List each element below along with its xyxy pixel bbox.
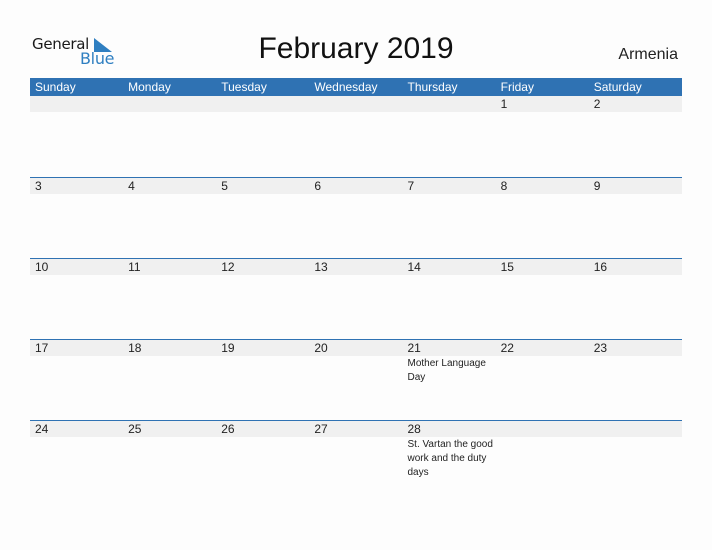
day-cell: 13: [309, 259, 403, 339]
weekday-saturday: Saturday: [593, 80, 642, 94]
week-row: 3456789: [30, 177, 682, 258]
weekday-wednesday: Wednesday: [314, 80, 378, 94]
week-row: 17 18 19 20 21 Mother Language Day 22 23: [30, 339, 682, 420]
day-number: 4: [123, 178, 217, 194]
day-cell: [30, 96, 124, 177]
day-number: 9: [588, 178, 682, 194]
day-number: [588, 421, 682, 437]
week-row: 10 11 12 13 14 15 16: [30, 258, 682, 339]
day-cell: 6: [309, 178, 403, 258]
country-label: Armenia: [618, 46, 678, 63]
day-cell: 7: [402, 178, 496, 258]
day-number: 13: [309, 259, 403, 275]
day-cell: 11: [123, 259, 217, 339]
day-number: [402, 96, 496, 112]
day-number: 24: [30, 421, 124, 437]
day-number: 28: [402, 421, 496, 437]
day-number: 18: [123, 340, 217, 356]
weekday-header: Sunday Monday Tuesday Wednesday Thursday…: [30, 78, 682, 96]
day-number: [30, 96, 124, 112]
calendar-title: February 2019: [258, 32, 454, 65]
day-number: 15: [495, 259, 589, 275]
day-number: [495, 421, 589, 437]
day-number: 5: [216, 178, 310, 194]
day-number: 8: [495, 178, 589, 194]
day-number: [123, 96, 217, 112]
day-number: 7: [402, 178, 496, 194]
day-cell: 12: [216, 259, 310, 339]
day-number: 21: [402, 340, 496, 356]
day-number: 27: [309, 421, 403, 437]
day-cell: 8: [495, 178, 589, 258]
calendar-grid: Sunday Monday Tuesday Wednesday Thursday…: [30, 78, 682, 501]
day-cell: [495, 421, 589, 501]
day-cell: 5: [216, 178, 310, 258]
day-cell: [588, 421, 682, 501]
day-number: 10: [30, 259, 124, 275]
day-cell: 18: [123, 340, 217, 420]
weekday-friday: Friday: [500, 80, 534, 94]
day-cell: 22: [495, 340, 589, 420]
day-cell: 27: [309, 421, 403, 501]
day-cell: 17: [30, 340, 124, 420]
weekday-thursday: Thursday: [407, 80, 458, 94]
day-number: 22: [495, 340, 589, 356]
day-cell: 16: [588, 259, 682, 339]
holiday-event: St. Vartan the good work and the duty da…: [407, 439, 493, 478]
day-number: 17: [30, 340, 124, 356]
day-cell: [402, 96, 496, 177]
day-cell: 20: [309, 340, 403, 420]
day-number: 23: [588, 340, 682, 356]
day-cell: 9: [588, 178, 682, 258]
day-cell: 26: [216, 421, 310, 501]
day-cell: 15: [495, 259, 589, 339]
day-number: 11: [123, 259, 217, 275]
day-cell: 23: [588, 340, 682, 420]
day-cell: [216, 96, 310, 177]
weekday-tuesday: Tuesday: [221, 80, 267, 94]
day-cell: 4: [123, 178, 217, 258]
day-number: 3: [30, 178, 124, 194]
week-row: 12: [30, 96, 682, 177]
day-number: [216, 96, 310, 112]
day-number: 20: [309, 340, 403, 356]
day-cell: [123, 96, 217, 177]
day-number: 6: [309, 178, 403, 194]
day-number: 14: [402, 259, 496, 275]
day-cell: 28 St. Vartan the good work and the duty …: [402, 421, 496, 501]
day-number: [309, 96, 403, 112]
day-number: 2: [588, 96, 682, 112]
day-number: 12: [216, 259, 310, 275]
weekday-monday: Monday: [128, 80, 171, 94]
day-cell: 1: [495, 96, 589, 177]
weeks-container: 1 2 3 4 5 6 7 8 9 10 11 12 13 14 15 16 17 18 19 20 21 Mother …: [30, 96, 682, 501]
week-row: 24 25 26 27 28 St. Vartan the good work and t…: [30, 420, 682, 501]
day-number: 1: [495, 96, 589, 112]
holiday-event: Mother Language Day: [407, 358, 486, 383]
day-cell: 21 Mother Language Day: [402, 340, 496, 420]
day-number: 25: [123, 421, 217, 437]
day-cell: 19: [216, 340, 310, 420]
day-cell: 25: [123, 421, 217, 501]
day-cell: 2: [588, 96, 682, 177]
day-cell: 3: [30, 178, 124, 258]
day-cell: 24: [30, 421, 124, 501]
day-cell: 10: [30, 259, 124, 339]
day-number: 19: [216, 340, 310, 356]
weekday-sunday: Sunday: [35, 80, 76, 94]
day-number: 16: [588, 259, 682, 275]
day-cell: 14: [402, 259, 496, 339]
day-cell: [309, 96, 403, 177]
day-number: 26: [216, 421, 310, 437]
